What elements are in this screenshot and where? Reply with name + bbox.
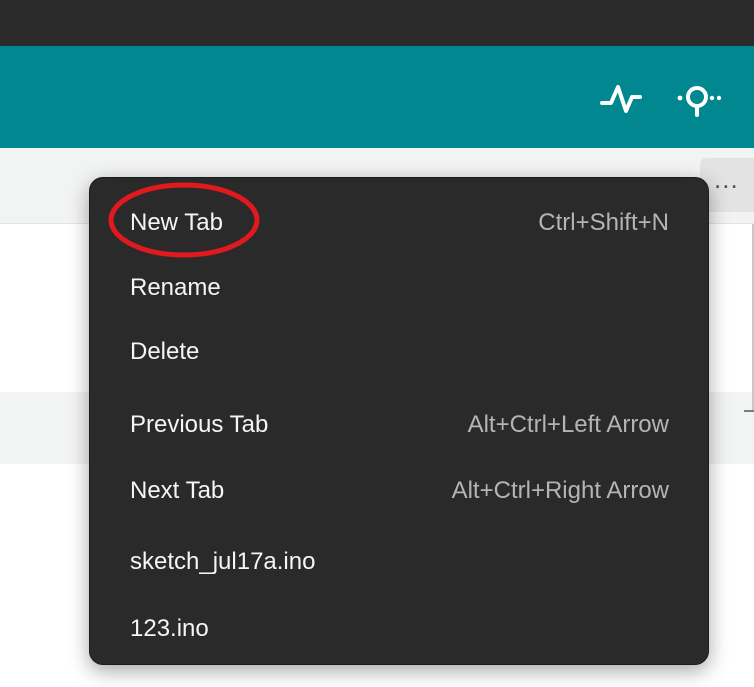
more-icon: ... bbox=[714, 164, 739, 194]
menu-item-label: Previous Tab bbox=[130, 411, 269, 438]
ide-window: ... New Tab Ctrl+Shift+N Rename Delete P… bbox=[0, 0, 754, 687]
tab-context-menu: New Tab Ctrl+Shift+N Rename Delete Previ… bbox=[89, 177, 709, 665]
menu-item-sketch-file[interactable]: sketch_jul17a.ino bbox=[90, 532, 708, 592]
menu-item-shortcut: Alt+Ctrl+Right Arrow bbox=[451, 477, 669, 504]
menu-item-new-tab[interactable]: New Tab Ctrl+Shift+N bbox=[90, 193, 708, 253]
menu-item-label: New Tab bbox=[130, 209, 223, 236]
menu-item-rename[interactable]: Rename bbox=[90, 258, 708, 318]
title-bar bbox=[0, 0, 754, 46]
menu-item-next-tab[interactable]: Next Tab Alt+Ctrl+Right Arrow bbox=[90, 461, 708, 521]
menu-item-label: Rename bbox=[130, 274, 221, 301]
serial-monitor-icon[interactable] bbox=[676, 77, 722, 119]
serial-plotter-icon[interactable] bbox=[598, 77, 644, 119]
menu-item-123-file[interactable]: 123.ino bbox=[90, 599, 708, 659]
menu-item-previous-tab[interactable]: Previous Tab Alt+Ctrl+Left Arrow bbox=[90, 395, 708, 455]
menu-item-label: 123.ino bbox=[130, 615, 209, 642]
menu-item-label: sketch_jul17a.ino bbox=[130, 548, 316, 575]
menu-item-shortcut: Ctrl+Shift+N bbox=[538, 209, 669, 236]
menu-item-delete[interactable]: Delete bbox=[90, 322, 708, 382]
menu-item-label: Next Tab bbox=[130, 477, 225, 504]
menu-item-label: Delete bbox=[130, 338, 200, 365]
panel-divider bbox=[744, 410, 754, 412]
menu-item-shortcut: Alt+Ctrl+Left Arrow bbox=[467, 411, 669, 438]
